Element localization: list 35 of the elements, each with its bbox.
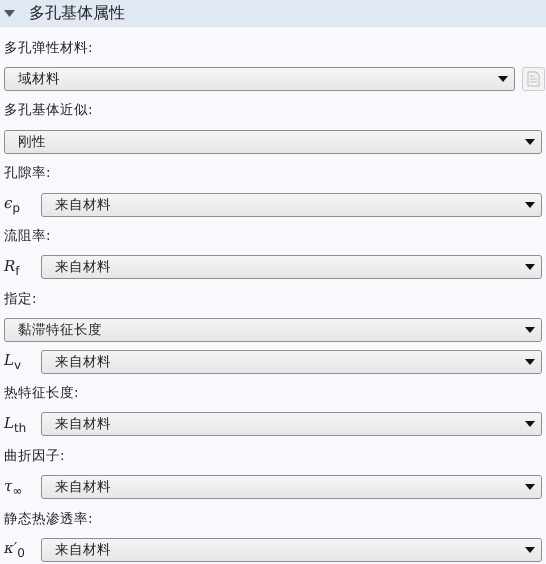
dropdown[interactable]: 来自材料 [41, 350, 542, 374]
dropdown[interactable]: 来自材料 [41, 475, 542, 500]
document-icon [526, 71, 541, 88]
caret-icon [525, 358, 535, 365]
caret-icon [525, 202, 535, 208]
symbol-label: τ$_{∞}$ [4, 476, 24, 498]
dropdown[interactable]: 黏滞特征长度 [4, 318, 542, 342]
dropdown[interactable]: 来自材料 [41, 412, 542, 436]
caret-icon [525, 327, 535, 334]
field-label: 多孔弹性材料: [4, 38, 93, 57]
dropdown[interactable]: 刚性 [4, 130, 542, 154]
section-header[interactable]: 多孔基体属性 [0, 0, 546, 27]
caret-icon [525, 546, 535, 553]
field-label: 指定: [4, 290, 37, 308]
dropdown[interactable]: 来自材料 [41, 538, 542, 562]
field-label: 曲折因子: [4, 446, 65, 465]
field-label: 多孔基体近似: [4, 101, 93, 120]
dropdown[interactable]: 来自材料 [41, 255, 542, 280]
field-label: 热特征长度: [4, 384, 79, 402]
collapse-icon[interactable] [4, 10, 15, 17]
dropdown[interactable]: 域材料 [4, 67, 515, 92]
caret-icon [525, 421, 535, 428]
symbol-label: L$_{v}$ [4, 351, 22, 372]
caret-icon [525, 484, 535, 490]
caret-icon [525, 138, 535, 145]
caret-icon [525, 264, 535, 270]
symbol-label: R$_{f}$ [4, 256, 21, 278]
caret-icon [498, 76, 508, 82]
field-label: 流阻率: [4, 227, 51, 246]
symbol-label: ϵ$_{p}$ [4, 194, 22, 216]
dropdown[interactable]: 来自材料 [41, 192, 542, 217]
symbol-label: κ′$_{0}$ [4, 539, 26, 560]
field-label: 静态热渗透率: [4, 510, 93, 528]
field-label: 孔隙率: [4, 164, 51, 182]
symbol-label: L$_{th}$ [4, 414, 28, 435]
